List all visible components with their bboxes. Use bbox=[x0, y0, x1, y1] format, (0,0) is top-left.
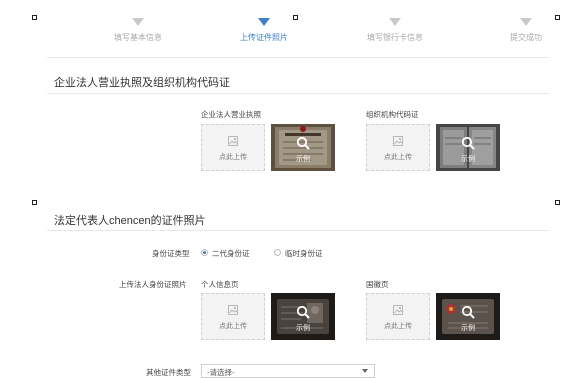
other-id-type-value: -请选择- bbox=[207, 368, 235, 377]
upload-text: 点此上传 bbox=[219, 323, 247, 330]
resize-handle-top-middle[interactable] bbox=[293, 15, 298, 20]
image-upload-icon bbox=[228, 305, 238, 315]
image-upload-icon bbox=[393, 136, 403, 146]
image-upload-icon bbox=[393, 305, 403, 315]
emblem-page-label: 国徽页 bbox=[366, 280, 389, 289]
other-id-type-label: 其他证件类型 bbox=[146, 368, 191, 377]
business-license-label: 企业法人营业执照 bbox=[201, 110, 261, 119]
section2-divider bbox=[47, 230, 549, 231]
id-emblem-page-sample[interactable]: 示例 bbox=[436, 293, 500, 340]
upload-text: 点此上传 bbox=[219, 154, 247, 161]
magnifier-icon bbox=[296, 136, 310, 150]
step-label-3: 填写银行卡信息 bbox=[367, 33, 423, 42]
resize-handle-top-left[interactable] bbox=[32, 15, 37, 20]
step-label-2: 上传证件照片 bbox=[240, 33, 288, 42]
section1-divider bbox=[47, 93, 549, 94]
resize-handle-middle-left[interactable] bbox=[32, 200, 37, 205]
image-upload-icon bbox=[228, 136, 238, 146]
org-code-label: 组织机构代码证 bbox=[366, 110, 419, 119]
sample-text: 示例 bbox=[296, 156, 310, 163]
step-label-1: 填写基本信息 bbox=[114, 33, 162, 42]
upload-id-label: 上传法人身份证照片 bbox=[119, 280, 187, 289]
steps-divider bbox=[47, 57, 549, 58]
magnifier-icon bbox=[296, 305, 310, 319]
id-personal-page-sample[interactable]: 示例 bbox=[271, 293, 335, 340]
sample-text: 示例 bbox=[461, 325, 475, 332]
step-marker-4 bbox=[520, 18, 532, 26]
sample-text: 示例 bbox=[461, 156, 475, 163]
id-emblem-page-upload[interactable]: 点此上传 bbox=[366, 293, 430, 340]
step-marker-2 bbox=[258, 18, 270, 26]
business-license-upload[interactable]: 点此上传 bbox=[201, 124, 265, 171]
sample-text: 示例 bbox=[296, 325, 310, 332]
id-personal-page-upload[interactable]: 点此上传 bbox=[201, 293, 265, 340]
resize-handle-top-right[interactable] bbox=[555, 15, 560, 20]
id-type-label: 身份证类型 bbox=[152, 249, 190, 258]
id-type-radio-second-gen[interactable] bbox=[201, 249, 208, 256]
step-label-4: 提交成功 bbox=[510, 33, 542, 42]
magnifier-icon bbox=[461, 136, 475, 150]
business-license-sample[interactable]: 示例 bbox=[271, 124, 335, 171]
section-title-business-license: 企业法人营业执照及组织机构代码证 bbox=[54, 77, 230, 89]
id-type-option-second-gen[interactable]: 二代身份证 bbox=[212, 248, 250, 259]
org-code-sample[interactable]: 示例 bbox=[436, 124, 500, 171]
magnifier-icon bbox=[461, 305, 475, 319]
section-title-legal-rep: 法定代表人chencen的证件照片 bbox=[54, 215, 206, 227]
upload-text: 点此上传 bbox=[384, 154, 412, 161]
resize-handle-middle-right[interactable] bbox=[555, 200, 560, 205]
id-type-option-temporary[interactable]: 临时身份证 bbox=[285, 248, 323, 259]
id-type-radio-temporary[interactable] bbox=[274, 249, 281, 256]
personal-page-label: 个人信息页 bbox=[201, 280, 239, 289]
step-marker-3 bbox=[389, 18, 401, 26]
org-code-upload[interactable]: 点此上传 bbox=[366, 124, 430, 171]
step-marker-1 bbox=[132, 18, 144, 26]
upload-text: 点此上传 bbox=[384, 323, 412, 330]
chevron-down-icon bbox=[362, 369, 368, 373]
